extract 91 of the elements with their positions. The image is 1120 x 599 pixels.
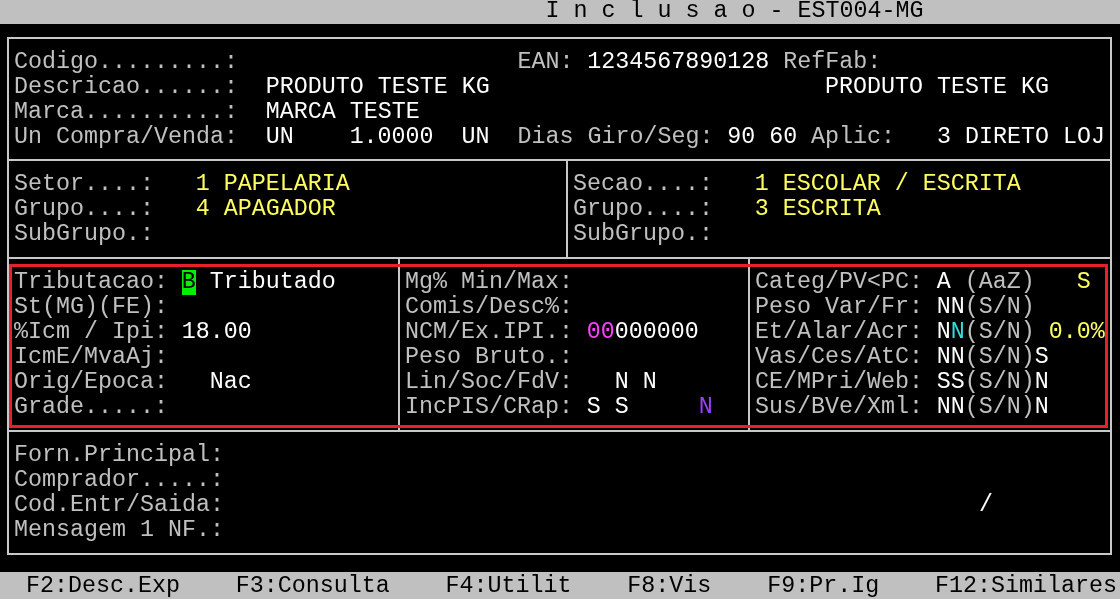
field-label: Comprador.....:	[14, 468, 224, 493]
field-label: (AaZ)	[964, 270, 1035, 295]
field-label: Vas/Ces/AtC:	[755, 345, 923, 370]
field-label: (S/N)	[964, 345, 1035, 370]
field-value: NN	[936, 395, 965, 420]
field-value: 1234567890128	[587, 50, 770, 75]
field-label: NCM/Ex.IPI.:	[405, 320, 573, 345]
field-value: S	[614, 395, 629, 420]
field-value: SS	[936, 370, 965, 395]
field-value: 90	[727, 125, 756, 150]
field-label: IncPIS/CRap:	[405, 395, 573, 420]
field-label: Comis/Desc%:	[405, 295, 573, 320]
field-label: Descricao......:	[14, 75, 238, 100]
field-value: S	[1076, 270, 1091, 295]
window-title: I n c l u s a o - EST004-MG	[545, 0, 923, 24]
field-value: N	[698, 395, 713, 420]
field-value: ESCRITA	[782, 197, 881, 222]
field-label: EAN:	[517, 50, 574, 75]
field-value: 3	[754, 197, 769, 222]
field-value: Nac	[209, 370, 252, 395]
field-value: 00	[586, 320, 615, 345]
field-value: N	[614, 370, 629, 395]
field-label: St(MG)(FE):	[14, 295, 168, 320]
field-value: 18.00	[181, 320, 252, 345]
function-key[interactable]: F12:Similares	[935, 572, 1117, 599]
field-label: Tributacao:	[14, 270, 168, 295]
field-value: NN	[936, 345, 965, 370]
field-label: Dias Giro/Seg:	[517, 125, 714, 150]
field-label: IcmE/MvaAj:	[14, 345, 168, 370]
field-value: PRODUTO TESTE KG	[825, 75, 1049, 100]
field-label: Peso Bruto.:	[405, 345, 573, 370]
field-value: S	[586, 395, 601, 420]
field-label: CE/MPri/Web:	[755, 370, 923, 395]
field-label: Cod.Entr/Saida:	[14, 493, 224, 518]
field-value: N	[642, 370, 657, 395]
field-label: SubGrupo.:	[14, 222, 154, 247]
field-label: Secao....:	[573, 172, 713, 197]
field-label: (S/N)	[964, 295, 1035, 320]
field-label: Sus/BVe/Xml:	[755, 395, 923, 420]
function-key[interactable]: F9:Pr.Ig	[767, 572, 880, 599]
field-label: Lin/Soc/FdV:	[405, 370, 573, 395]
field-label: Setor....:	[14, 172, 154, 197]
field-value: UN	[265, 125, 294, 150]
field-label: Grupo....:	[573, 197, 713, 222]
field-label: Peso Var/Fr:	[755, 295, 923, 320]
field-value: N	[1034, 370, 1049, 395]
field-value: 60	[769, 125, 798, 150]
field-label: %Icm / Ipi:	[14, 320, 168, 345]
field-value: ESCOLAR / ESCRITA	[782, 172, 1021, 197]
field-label: Grupo....:	[14, 197, 154, 222]
field-label: Et/Alar/Acr:	[755, 320, 923, 345]
field-value: 1.0000	[349, 125, 434, 150]
field-value: 0.0%	[1048, 320, 1105, 345]
field-value: 1	[195, 172, 210, 197]
cursor-field[interactable]: B	[181, 270, 196, 295]
function-key[interactable]: F3:Consulta	[235, 572, 390, 599]
field-value: 3 DIRETO LOJ	[936, 125, 1105, 150]
field-label: (S/N)	[964, 395, 1035, 420]
field-label: Mg% Min/Max:	[405, 270, 573, 295]
field-label: Orig/Epoca:	[14, 370, 168, 395]
field-value: MARCA TESTE	[265, 100, 420, 125]
field-label: Categ/PV<PC:	[755, 270, 923, 295]
function-key[interactable]: F4:Utilit	[445, 572, 572, 599]
field-value: N	[1034, 395, 1049, 420]
field-label: Forn.Principal:	[14, 443, 224, 468]
field-value: N	[950, 320, 965, 345]
field-label: Un Compra/Venda:	[14, 125, 238, 150]
field-label: Grade.....:	[14, 395, 168, 420]
field-value: APAGADOR	[223, 197, 336, 222]
field-value: PRODUTO TESTE KG	[265, 75, 490, 100]
field-value: A	[936, 270, 951, 295]
field-label: Aplic:	[811, 125, 895, 150]
function-key[interactable]: F2:Desc.Exp	[26, 572, 180, 599]
field-label: Mensagem 1 NF.:	[14, 518, 224, 543]
field-value: UN	[461, 125, 490, 150]
field-label: Codigo.........:	[14, 50, 238, 75]
field-value: /	[978, 493, 993, 518]
field-value: 000000	[614, 320, 699, 345]
field-value: Tributado	[209, 270, 336, 295]
field-value: NN	[936, 295, 965, 320]
field-value: 1	[754, 172, 769, 197]
field-label: Marca..........:	[14, 100, 238, 125]
field-value: PAPELARIA	[223, 172, 350, 197]
field-label: (S/N)	[964, 320, 1035, 345]
field-value: S	[1034, 345, 1049, 370]
field-label: SubGrupo.:	[573, 222, 713, 247]
field-label: RefFab:	[783, 50, 882, 75]
function-key[interactable]: F8:Vis	[627, 572, 712, 599]
field-value: N	[936, 320, 951, 345]
field-value: 4	[195, 197, 210, 222]
field-label: (S/N)	[964, 370, 1035, 395]
